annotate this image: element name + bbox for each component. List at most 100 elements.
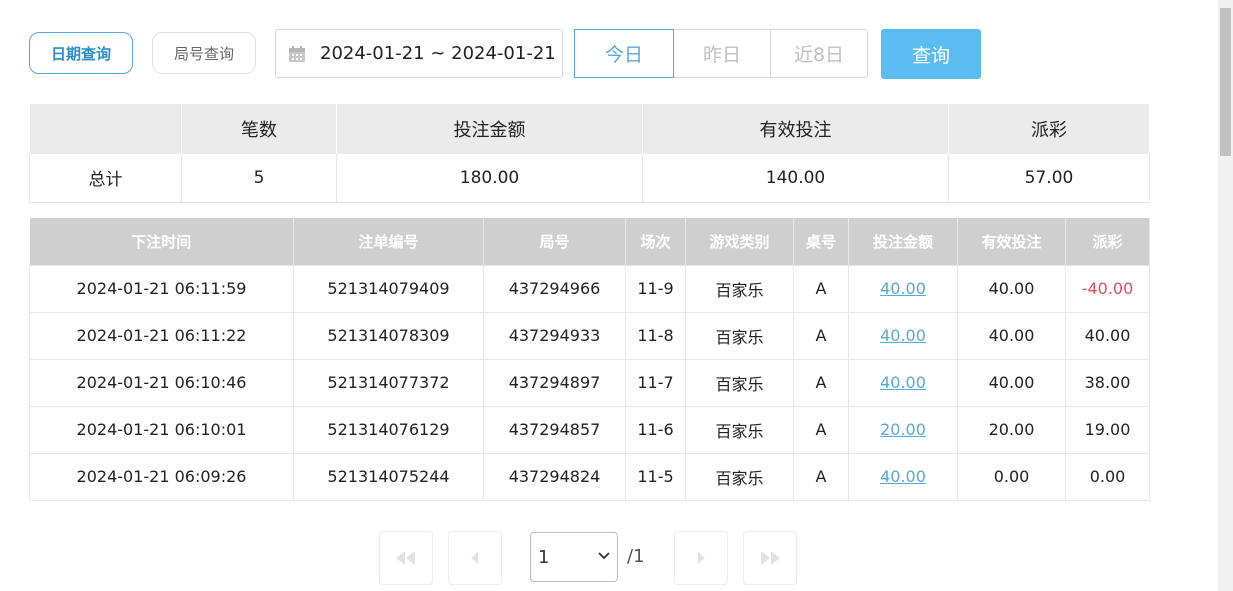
cell-round-no: 437294897 [483,358,626,407]
cell-order-no: 521314077372 [293,358,484,407]
date-range-value: 2024-01-21 ~ 2024-01-21 [320,43,556,64]
cell-bet-amount: 20.00 [848,405,958,454]
cell-payout: -40.00 [1065,264,1150,313]
cell-table-no: A [793,264,849,313]
cell-game-type: 百家乐 [685,405,794,454]
cell-order-no: 521314076129 [293,405,484,454]
page-select-value: 1 [538,546,550,568]
cell-table-no: A [793,311,849,360]
summary-header-count: 笔数 [181,104,337,154]
table-row: 2024-01-21 06:10:01 521314076129 4372948… [29,405,1150,454]
cell-bet-time: 2024-01-21 06:09:26 [29,452,294,501]
cell-round-no: 437294966 [483,264,626,313]
cell-payout: 38.00 [1065,358,1150,407]
first-page-button[interactable] [379,531,433,585]
summary-table: 笔数 投注金额 有效投注 派彩 总计 5 180.00 140.00 57.00 [29,104,1150,203]
summary-header-blank [29,104,182,154]
summary-total-row: 总计 5 180.00 140.00 57.00 [29,154,1150,203]
cell-bet-amount: 40.00 [848,452,958,501]
bet-detail-table: 下注时间 注单编号 局号 场次 游戏类别 桌号 投注金额 有效投注 派彩 202… [29,218,1150,501]
page-scrollbar[interactable] [1218,0,1233,591]
cell-payout: 0.00 [1065,452,1150,501]
cell-round-no: 437294824 [483,452,626,501]
cell-table-no: A [793,405,849,454]
cell-bet-amount: 40.00 [848,311,958,360]
header-order-no: 注单编号 [293,218,484,265]
cell-game-type: 百家乐 [685,311,794,360]
header-round-no: 局号 [483,218,626,265]
cell-session: 11-5 [625,452,686,501]
cell-table-no: A [793,452,849,501]
chevron-down-icon [598,552,610,560]
header-bet-time: 下注时间 [29,218,294,265]
next-page-button[interactable] [674,531,728,585]
cell-game-type: 百家乐 [685,358,794,407]
header-session: 场次 [625,218,686,265]
quick-range-today[interactable]: 今日 [574,29,674,78]
cell-payout: 40.00 [1065,311,1150,360]
header-game-type: 游戏类别 [685,218,794,265]
cell-valid-bet: 40.00 [957,311,1066,360]
summary-header-bet-amount: 投注金额 [336,104,643,154]
summary-total-valid-bet: 140.00 [642,154,949,203]
cell-bet-amount: 40.00 [848,358,958,407]
bet-amount-link[interactable]: 40.00 [880,279,926,298]
last-page-icon [761,551,780,565]
scrollbar-thumb[interactable] [1220,8,1231,156]
header-bet-amount: 投注金额 [848,218,958,265]
header-valid-bet: 有效投注 [957,218,1066,265]
date-query-tab[interactable]: 日期查询 [29,32,133,74]
cell-bet-time: 2024-01-21 06:11:22 [29,311,294,360]
cell-order-no: 521314078309 [293,311,484,360]
table-row: 2024-01-21 06:10:46 521314077372 4372948… [29,358,1150,407]
cell-order-no: 521314075244 [293,452,484,501]
cell-game-type: 百家乐 [685,452,794,501]
header-table-no: 桌号 [793,218,849,265]
cell-session: 11-7 [625,358,686,407]
cell-bet-time: 2024-01-21 06:10:46 [29,358,294,407]
query-button[interactable]: 查询 [881,29,981,79]
cell-game-type: 百家乐 [685,264,794,313]
prev-page-button[interactable] [448,531,502,585]
cell-valid-bet: 20.00 [957,405,1066,454]
summary-header-valid-bet: 有效投注 [642,104,949,154]
table-row: 2024-01-21 06:11:22 521314078309 4372949… [29,311,1150,360]
table-row: 2024-01-21 06:09:26 521314075244 4372948… [29,452,1150,501]
page-total: /1 [627,546,645,567]
bet-amount-link[interactable]: 40.00 [880,467,926,486]
bet-amount-link[interactable]: 40.00 [880,373,926,392]
page-select[interactable]: 1 [530,532,618,582]
cell-valid-bet: 0.00 [957,452,1066,501]
cell-round-no: 437294857 [483,405,626,454]
cell-session: 11-6 [625,405,686,454]
detail-header-row: 下注时间 注单编号 局号 场次 游戏类别 桌号 投注金额 有效投注 派彩 [29,218,1150,265]
quick-range-last-8-days[interactable]: 近8日 [770,29,868,78]
cell-bet-time: 2024-01-21 06:11:59 [29,264,294,313]
quick-range-yesterday[interactable]: 昨日 [673,29,771,78]
bet-amount-link[interactable]: 20.00 [880,420,926,439]
summary-total-count: 5 [181,154,337,203]
cell-order-no: 521314079409 [293,264,484,313]
round-query-tab[interactable]: 局号查询 [152,32,256,74]
table-row: 2024-01-21 06:11:59 521314079409 4372949… [29,264,1150,313]
last-page-button[interactable] [743,531,797,585]
cell-bet-time: 2024-01-21 06:10:01 [29,405,294,454]
summary-header-payout: 派彩 [948,104,1150,154]
header-payout: 派彩 [1065,218,1150,265]
bet-amount-link[interactable]: 40.00 [880,326,926,345]
cell-valid-bet: 40.00 [957,264,1066,313]
cell-session: 11-9 [625,264,686,313]
cell-bet-amount: 40.00 [848,264,958,313]
date-range-picker[interactable]: 2024-01-21 ~ 2024-01-21 [275,29,563,78]
cell-round-no: 437294933 [483,311,626,360]
quick-range-group: 今日 昨日 近8日 [574,29,868,78]
summary-total-label: 总计 [29,154,182,203]
cell-session: 11-8 [625,311,686,360]
cell-table-no: A [793,358,849,407]
summary-total-bet-amount: 180.00 [336,154,643,203]
summary-header-row: 笔数 投注金额 有效投注 派彩 [29,104,1150,154]
first-page-icon [396,551,415,565]
next-page-icon [698,552,705,564]
calendar-icon [288,45,306,63]
summary-total-payout: 57.00 [948,154,1150,203]
